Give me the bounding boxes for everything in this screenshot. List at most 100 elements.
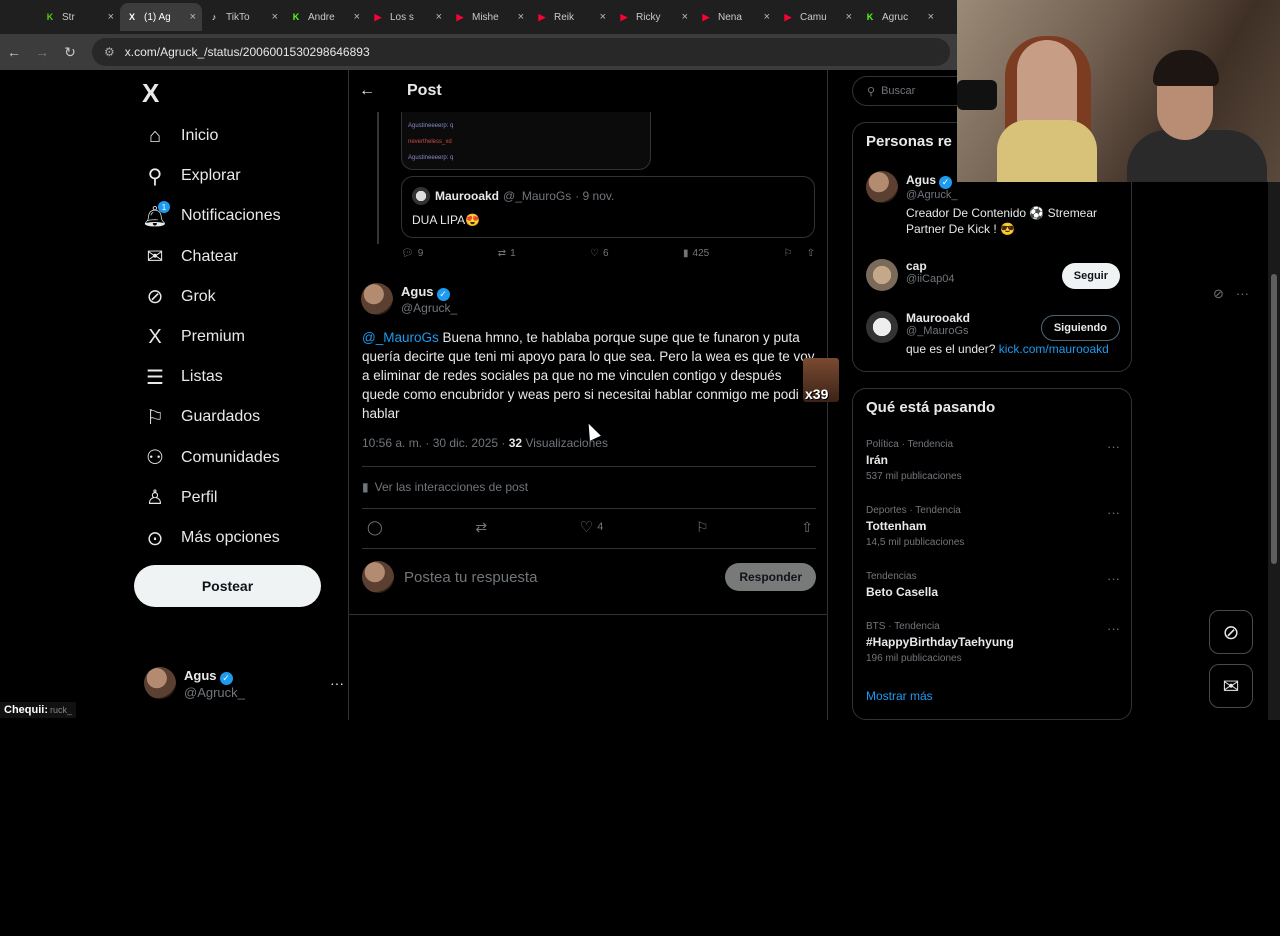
tab-favicon-icon: K xyxy=(292,12,300,22)
x-icon: X xyxy=(148,325,162,348)
like-button[interactable]: ♡ 4 xyxy=(580,518,604,536)
reply-button[interactable]: 💬︎ 9 xyxy=(401,248,423,259)
account-switcher[interactable]: Agus ✓ @Agruck_ ··· xyxy=(144,666,344,700)
trend-title: Tottenham xyxy=(866,519,927,533)
search-icon: ⚲ xyxy=(867,85,876,98)
more-dots-icon[interactable]: ··· xyxy=(1107,621,1120,636)
more-dots-icon[interactable]: ··· xyxy=(1107,505,1120,520)
post-button[interactable]: Postear xyxy=(134,565,321,607)
like-button[interactable]: ♡ 6 xyxy=(590,248,609,259)
sidebar-item-m-s-opciones[interactable]: ⊙ Más opciones xyxy=(142,518,280,558)
reload-icon[interactable]: ↻ xyxy=(56,44,84,61)
sidebar-item-chatear[interactable]: ✉ Chatear xyxy=(142,237,238,277)
repost-button[interactable]: ⇄ 1 xyxy=(498,248,516,259)
show-more-link[interactable]: Mostrar más xyxy=(866,689,933,703)
back-arrow-icon[interactable]: ← xyxy=(0,44,28,60)
post-time[interactable]: 10:56 a. m. · 30 dic. 2025 · xyxy=(362,436,509,450)
views-button[interactable]: ▮ 425 xyxy=(683,248,709,259)
bookmark-icon: ⚐ xyxy=(146,406,164,429)
browser-tab[interactable]: ▶ Reik × xyxy=(530,3,612,31)
close-icon[interactable]: × xyxy=(846,11,852,23)
browser-tab[interactable]: X (1) Ag × xyxy=(120,3,202,31)
avatar[interactable] xyxy=(361,283,393,315)
page-scrollbar[interactable] xyxy=(1268,182,1280,720)
sidebar-item-perfil[interactable]: ♙ Perfil xyxy=(142,478,217,518)
chat-username: Chequii: xyxy=(4,704,48,716)
bio-link[interactable]: kick.com/maurooakd xyxy=(999,342,1109,356)
sidebar-item-explorar[interactable]: ⚲ Explorar xyxy=(142,156,241,196)
browser-tab[interactable]: ▶ Camu × xyxy=(776,3,858,31)
url-field[interactable]: ⚙ x.com/Agruck_/status/20060015302986468… xyxy=(92,38,950,66)
close-icon[interactable]: × xyxy=(190,11,196,23)
more-dots-icon[interactable]: ··· xyxy=(330,675,344,691)
reply-input[interactable]: Postea tu respuesta xyxy=(404,569,725,586)
person-name: Agus xyxy=(906,173,936,187)
more-dots-icon[interactable]: ··· xyxy=(1107,439,1120,454)
close-icon[interactable]: × xyxy=(354,11,360,23)
tab-favicon-icon: ▶ xyxy=(456,11,464,22)
quoted-post[interactable]: Maurooakd @_MauroGs · 9 nov. DUA LIPA😍 xyxy=(401,176,815,238)
sidebar-item-inicio[interactable]: ⌂ Inicio xyxy=(142,116,218,156)
sidebar-item-guardados[interactable]: ⚐ Guardados xyxy=(142,397,260,437)
close-icon[interactable]: × xyxy=(518,11,524,23)
person-item[interactable]: Maurooakd @_MauroGs que es el under? kic… xyxy=(866,311,1120,357)
reply-submit-button[interactable]: Responder xyxy=(725,563,816,591)
trend-item[interactable]: BTS · Tendencia #HappyBirthdayTaehyung 196… xyxy=(866,621,1120,664)
people-icon: ⚇ xyxy=(146,447,164,470)
sidebar-item-listas[interactable]: ☰ Listas xyxy=(142,357,223,397)
sidebar-item-comunidades[interactable]: ⚇ Comunidades xyxy=(142,438,280,478)
repost-button[interactable]: ⇄ xyxy=(475,519,487,536)
close-icon[interactable]: × xyxy=(436,11,442,23)
forward-arrow-icon[interactable]: → xyxy=(28,44,56,60)
trend-title: Beto Casella xyxy=(866,585,939,599)
browser-tab[interactable]: K Str × xyxy=(38,3,120,31)
browser-tab[interactable]: ▶ Ricky × xyxy=(612,3,694,31)
tab-label: Los s xyxy=(390,11,414,23)
close-icon[interactable]: × xyxy=(682,11,688,23)
x-logo-icon[interactable]: X xyxy=(142,78,159,109)
divider xyxy=(362,508,816,509)
share-icon[interactable]: ⇧ xyxy=(807,248,815,259)
share-button[interactable]: ⇧ xyxy=(801,519,813,536)
author-handle[interactable]: @Agruck_ xyxy=(401,301,457,315)
sidebar-item-notificaciones[interactable]: 🔔︎ 1 Notificaciones xyxy=(142,196,281,236)
browser-tab[interactable]: K Agruc × xyxy=(858,3,940,31)
close-icon[interactable]: × xyxy=(600,11,606,23)
site-info-icon[interactable]: ⚙ xyxy=(104,45,115,59)
trend-item[interactable]: Deportes · Tendencia Tottenham 14,5 mil pu… xyxy=(866,505,1120,548)
close-icon[interactable]: × xyxy=(928,11,934,23)
more-dots-icon[interactable]: ··· xyxy=(1107,571,1120,586)
sidebar-item-premium[interactable]: X Premium xyxy=(142,317,245,357)
close-icon[interactable]: × xyxy=(108,11,114,23)
trend-item[interactable]: Política · Tendencia Irán 537 mil publicac… xyxy=(866,439,1120,482)
left-sidebar: X ⌂ Inicio ⚲ Explorar 🔔︎ 1 Notificaciones ✉ Chat… xyxy=(130,70,345,720)
sidebar-item-grok[interactable]: ⊘ Grok xyxy=(142,277,216,317)
browser-tab[interactable]: K Andre × xyxy=(284,3,366,31)
following-button[interactable]: Siguiendo xyxy=(1040,315,1120,341)
mention-link[interactable]: @_MauroGs xyxy=(362,330,439,345)
search-icon: ⚲ xyxy=(147,165,163,188)
browser-tab[interactable]: ▶ Mishe × xyxy=(448,3,530,31)
avatar xyxy=(866,171,898,203)
follow-button[interactable]: Seguir xyxy=(1061,263,1120,289)
trend-item[interactable]: Tendencias Beto Casella ··· xyxy=(866,571,1120,599)
browser-tab[interactable]: ▶ Los s × xyxy=(366,3,448,31)
reply-button[interactable]: ◯ xyxy=(367,519,383,536)
browser-tab[interactable]: ▶ Nena × xyxy=(694,3,776,31)
back-arrow-icon[interactable]: ← xyxy=(359,82,399,100)
trend-count: 196 mil publicaciones xyxy=(866,653,962,664)
bookmark-button[interactable]: ⚐ ⇧ xyxy=(784,248,815,259)
browser-tab[interactable]: ♪ TikTo × xyxy=(202,3,284,31)
messages-float-button[interactable]: ✉ xyxy=(1209,664,1253,708)
sidebar-item-label: Guardados xyxy=(181,408,261,426)
person-item[interactable]: cap @iiCap04 Seguir xyxy=(866,259,1120,291)
tab-label: Str xyxy=(62,11,75,23)
bookmark-button[interactable]: ⚐ xyxy=(696,519,709,536)
close-icon[interactable]: × xyxy=(764,11,770,23)
grok-float-button[interactable]: ⊘ xyxy=(1209,610,1253,654)
reply-composer: Postea tu respuesta Responder xyxy=(362,558,816,596)
close-icon[interactable]: × xyxy=(272,11,278,23)
scrollbar-thumb[interactable] xyxy=(1271,274,1277,564)
post-interactions-link[interactable]: ▮ Ver las interacciones de post xyxy=(362,480,528,494)
author-name[interactable]: Agus xyxy=(401,284,434,299)
